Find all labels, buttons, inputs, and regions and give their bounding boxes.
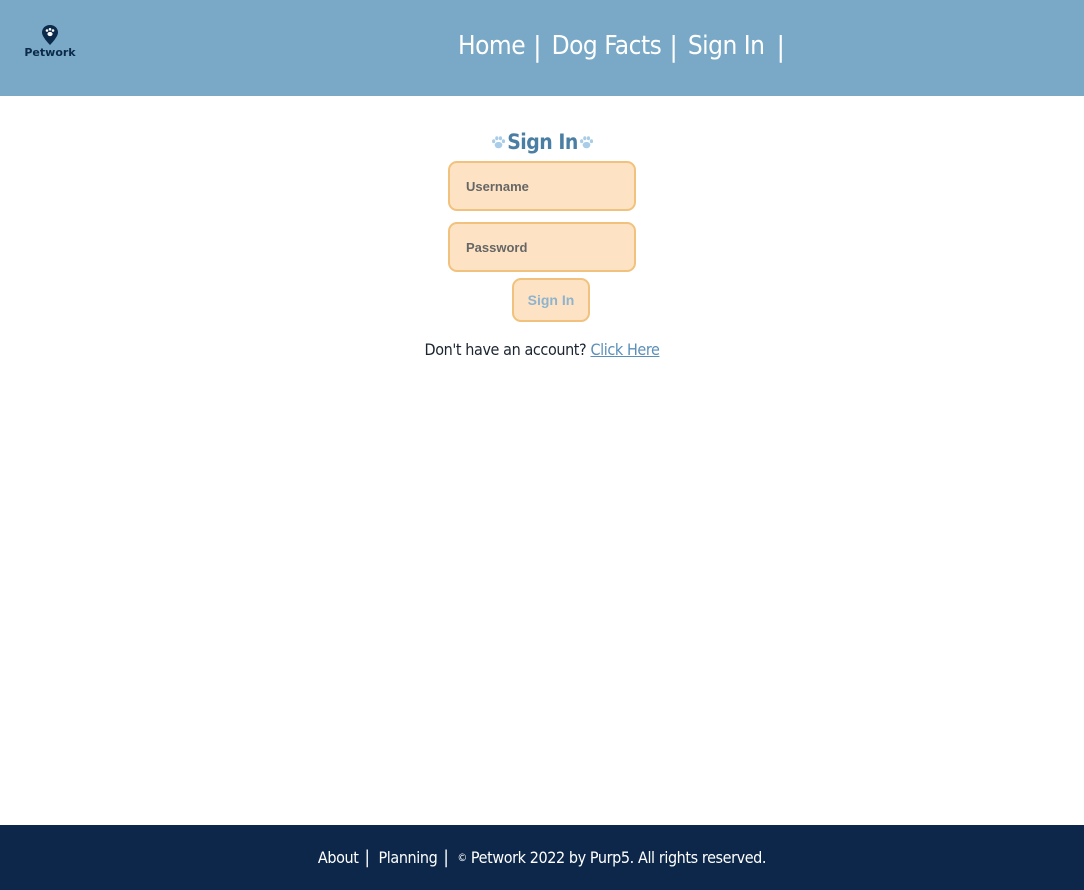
footer-link-planning[interactable]: Planning bbox=[379, 848, 438, 867]
copyright-symbol: © bbox=[457, 851, 467, 864]
paw-print-icon bbox=[580, 135, 594, 148]
nav-sign-in[interactable]: Sign In bbox=[688, 31, 765, 61]
logo-link[interactable]: Petwork bbox=[24, 24, 76, 59]
footer-link-about[interactable]: About bbox=[318, 848, 359, 867]
paw-print-icon bbox=[492, 135, 506, 148]
nav-home[interactable]: Home bbox=[458, 31, 526, 61]
sign-in-button[interactable]: Sign In bbox=[512, 278, 590, 322]
nav-separator: | bbox=[533, 29, 542, 63]
nav-dog-facts[interactable]: Dog Facts bbox=[552, 31, 662, 61]
copyright-text: Petwork 2022 by Purp5. All rights reserv… bbox=[470, 848, 767, 867]
main-nav: Home | Dog Facts | Sign In | bbox=[458, 24, 795, 68]
logo-text: Petwork bbox=[24, 46, 76, 59]
nav-separator: | bbox=[669, 29, 678, 63]
paw-pin-icon bbox=[42, 25, 58, 45]
site-footer: About | Planning | © Petwork 2022 by Pur… bbox=[0, 825, 1084, 890]
site-header: Petwork Home | Dog Facts | Sign In | bbox=[0, 0, 1084, 96]
username-field[interactable] bbox=[448, 161, 636, 211]
password-field[interactable] bbox=[448, 222, 636, 272]
signin-heading: Sign In bbox=[490, 128, 595, 156]
footer-separator: | bbox=[364, 847, 370, 868]
signup-link[interactable]: Click Here bbox=[590, 340, 659, 359]
signup-prompt-text: Don't have an account? bbox=[424, 340, 587, 359]
signin-title: Sign In bbox=[507, 130, 578, 154]
signup-prompt-line: Don't have an account? Click Here bbox=[0, 340, 1084, 359]
nav-separator: | bbox=[776, 29, 786, 63]
page: Petwork Home | Dog Facts | Sign In | Sig… bbox=[0, 0, 1084, 890]
footer-separator: | bbox=[443, 847, 449, 868]
